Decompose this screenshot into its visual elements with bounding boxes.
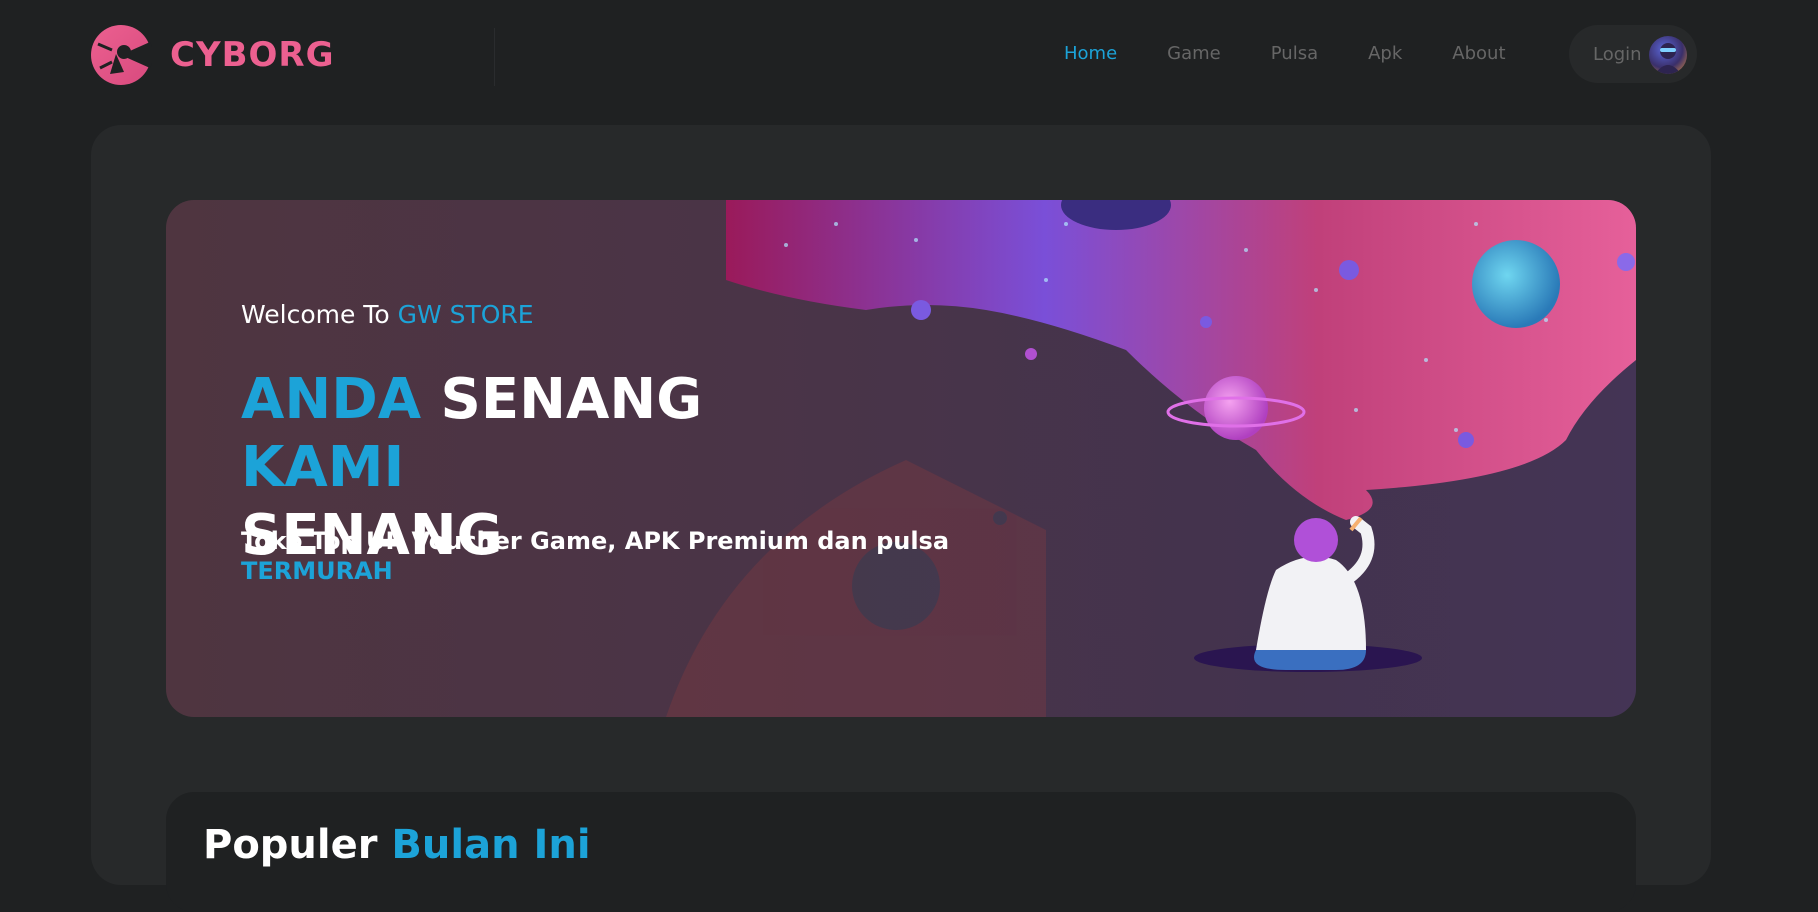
nav-home[interactable]: Home bbox=[1064, 32, 1117, 76]
welcome-text: Welcome To GW STORE bbox=[241, 300, 534, 329]
popular-section: Populer Bulan Ini bbox=[166, 792, 1636, 912]
headline-word-3: KAMI bbox=[241, 435, 405, 500]
store-name: GW STORE bbox=[397, 300, 534, 329]
header-divider bbox=[494, 28, 495, 86]
brand-logo[interactable]: CYBORG bbox=[90, 24, 334, 86]
subline-highlight: TERMURAH bbox=[241, 557, 393, 585]
nav-game[interactable]: Game bbox=[1167, 32, 1221, 76]
welcome-prefix: Welcome To bbox=[241, 300, 390, 329]
nav-pulsa[interactable]: Pulsa bbox=[1271, 32, 1318, 76]
user-avatar bbox=[1649, 36, 1687, 74]
brand-name: CYBORG bbox=[170, 35, 335, 75]
login-button[interactable]: Login bbox=[1569, 25, 1697, 83]
headline-word-1: ANDA bbox=[241, 367, 422, 432]
hero-banner: Welcome To GW STORE ANDA SENANG KAMI SEN… bbox=[166, 200, 1636, 717]
popular-title: Populer Bulan Ini bbox=[203, 822, 591, 868]
main-nav: Home Game Pulsa Apk About bbox=[1064, 32, 1556, 76]
popular-title-prefix: Populer bbox=[203, 822, 378, 868]
popular-title-highlight: Bulan Ini bbox=[391, 822, 591, 868]
headline-word-2: SENANG bbox=[440, 367, 703, 432]
site-header: CYBORG Home Game Pulsa Apk About Login bbox=[0, 0, 1818, 110]
subline-text: Toko Top UP Voucher Game, APK Premium da… bbox=[241, 527, 950, 555]
nav-about[interactable]: About bbox=[1452, 32, 1505, 76]
hero-subline: Toko Top UP Voucher Game, APK Premium da… bbox=[241, 526, 961, 586]
login-label: Login bbox=[1593, 43, 1642, 65]
cyborg-logo-icon bbox=[91, 25, 152, 85]
nav-apk[interactable]: Apk bbox=[1368, 32, 1402, 76]
